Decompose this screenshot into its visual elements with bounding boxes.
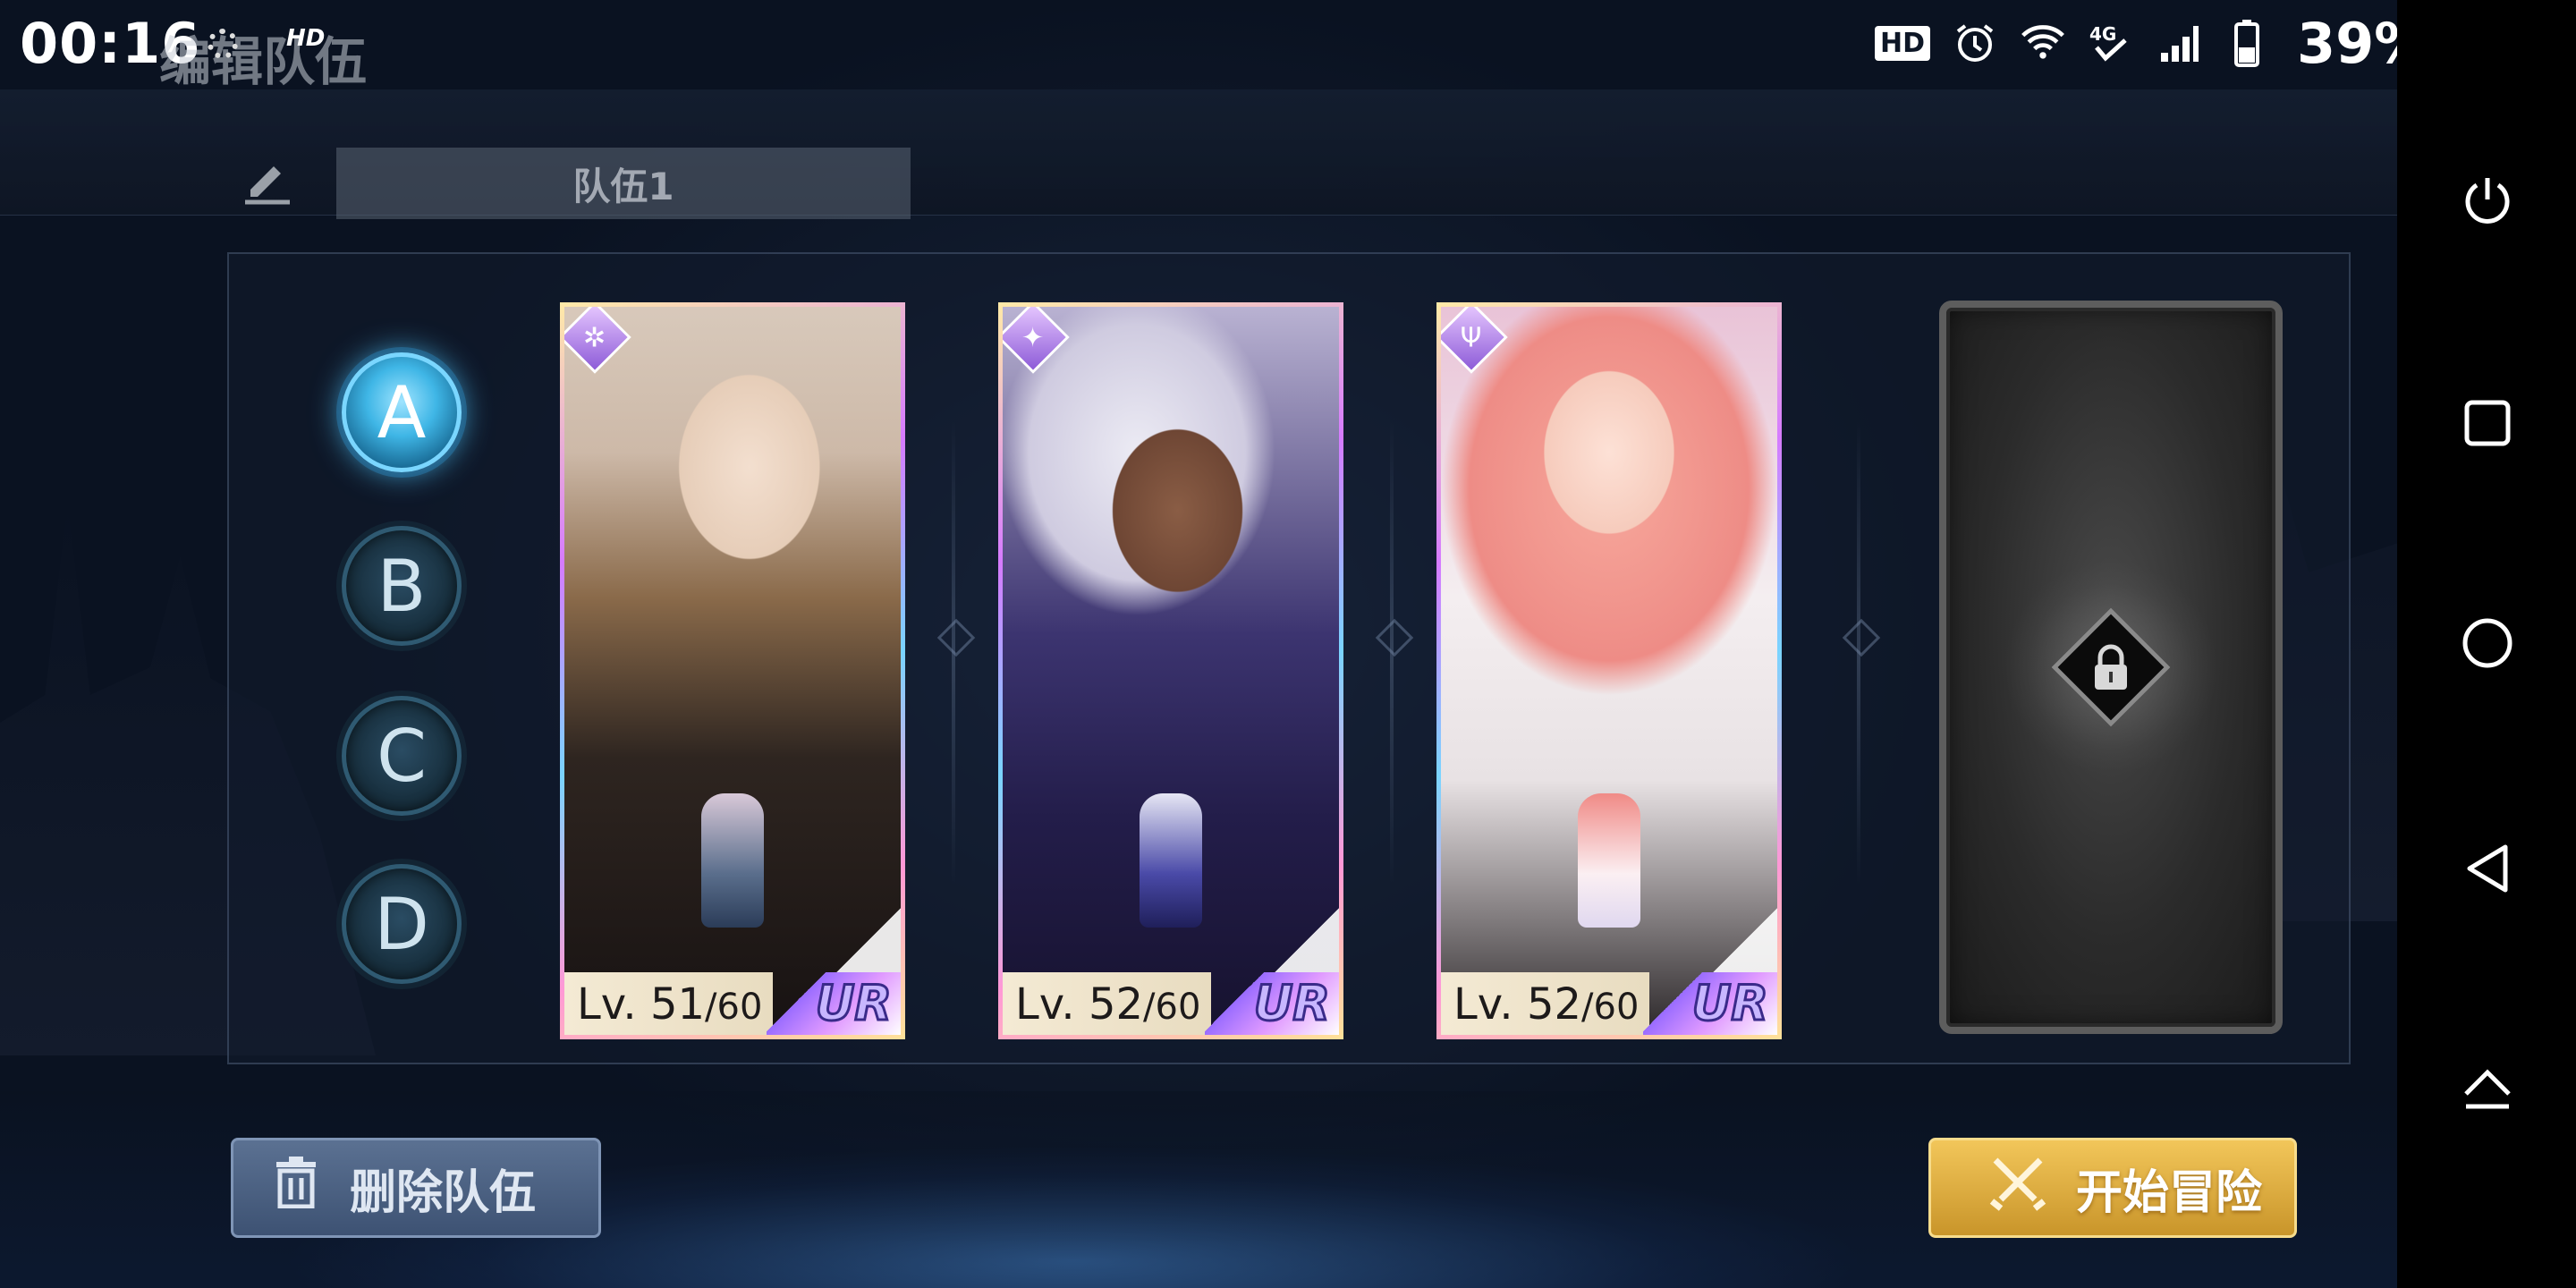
- rarity-badge: UR: [1252, 974, 1331, 1033]
- crossed-swords-icon: [1987, 1151, 2049, 1225]
- eject-icon[interactable]: [2460, 1061, 2515, 1116]
- level-text: Lv. 52/60: [1453, 979, 1639, 1030]
- delete-team-label: 删除队伍: [350, 1165, 537, 1220]
- circle-icon[interactable]: [2460, 615, 2515, 671]
- character-sprite: [701, 793, 764, 928]
- character-sprite: [1140, 793, 1202, 928]
- wifi-icon: [2020, 20, 2066, 66]
- hd-badge: HD: [286, 25, 326, 52]
- card-corner: [836, 908, 901, 972]
- character-card-2[interactable]: ✦ Lv. 52/60 UR: [998, 302, 1343, 1039]
- slot-button-d[interactable]: D: [342, 864, 462, 984]
- character-sprite: [1578, 793, 1640, 928]
- rarity-badge: UR: [1690, 974, 1769, 1033]
- status-bar: 00:16 编辑队伍 HD HD 4G 39%: [0, 0, 2540, 92]
- character-card-1[interactable]: ✲ Lv. 51/60 UR: [560, 302, 905, 1039]
- system-nav-bar: [2397, 0, 2576, 1288]
- status-icons: HD 4G 39%: [1875, 11, 2429, 76]
- team-name-field[interactable]: 队伍1: [336, 148, 911, 219]
- edit-name-icon[interactable]: [240, 152, 295, 208]
- power-icon[interactable]: [2460, 172, 2515, 227]
- lock-icon: [2091, 643, 2131, 691]
- level-max: /60: [705, 987, 763, 1028]
- network-type-text: 4G: [2089, 23, 2116, 45]
- start-adventure-button[interactable]: 开始冒险: [1928, 1138, 2297, 1238]
- battery-icon: [2224, 20, 2270, 67]
- character-card-3[interactable]: Ψ Lv. 52/60 UR: [1436, 302, 1782, 1039]
- level-value: Lv. 51: [577, 979, 706, 1030]
- square-icon[interactable]: [2460, 395, 2515, 451]
- card-corner: [1713, 908, 1777, 972]
- slot-button-c[interactable]: C: [342, 696, 462, 816]
- trash-icon: [273, 1156, 319, 1220]
- back-icon[interactable]: [2460, 841, 2515, 896]
- delete-team-button[interactable]: 删除队伍: [231, 1138, 601, 1238]
- page-title: 编辑队伍: [159, 31, 368, 92]
- level-max: /60: [1143, 987, 1201, 1028]
- level-text: Lv. 51/60: [577, 979, 762, 1030]
- locked-member-slot[interactable]: [1939, 301, 2283, 1034]
- level-value: Lv. 52: [1015, 979, 1144, 1030]
- alarm-icon: [1952, 20, 1998, 66]
- rarity-badge: UR: [814, 974, 893, 1033]
- hd-icon: HD: [1875, 25, 1931, 61]
- card-corner: [1275, 908, 1339, 972]
- slot-button-b[interactable]: B: [342, 526, 462, 646]
- slot-button-a[interactable]: A: [342, 352, 462, 472]
- level-value: Lv. 52: [1453, 979, 1582, 1030]
- 4g-icon: 4G: [2088, 20, 2134, 66]
- start-adventure-label: 开始冒险: [2076, 1165, 2263, 1220]
- gear-icon: [208, 29, 238, 59]
- level-text: Lv. 52/60: [1015, 979, 1200, 1030]
- signal-icon: [2156, 20, 2202, 66]
- level-max: /60: [1581, 987, 1640, 1028]
